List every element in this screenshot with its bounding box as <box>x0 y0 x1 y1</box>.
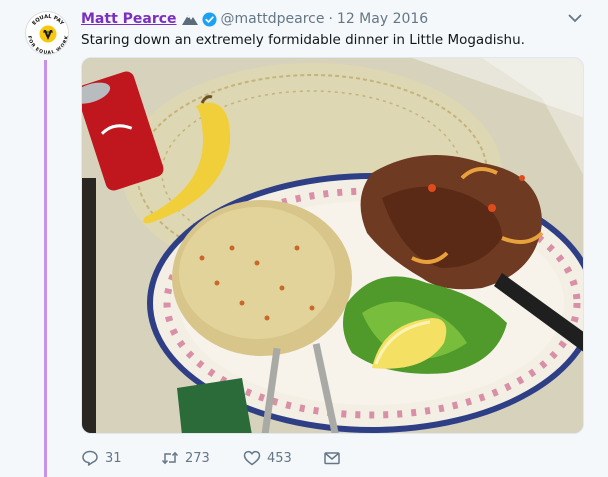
chevron-down-icon[interactable] <box>567 10 583 26</box>
retweet-button[interactable]: 273 <box>161 449 243 467</box>
mountain-icon <box>181 12 198 26</box>
retweet-count: 273 <box>185 450 210 466</box>
reply-count: 31 <box>105 450 122 466</box>
retweet-icon <box>161 451 179 465</box>
like-count: 453 <box>267 450 292 466</box>
reply-icon <box>82 450 98 466</box>
like-button[interactable]: 453 <box>243 449 323 467</box>
tweet-header: Matt Pearce @mattdpearce · 12 May 2016 <box>81 9 428 29</box>
verified-badge-icon <box>202 11 217 27</box>
avatar[interactable]: EQUAL PAY FOR EQUAL WORK <box>25 11 69 55</box>
heart-icon <box>243 450 261 466</box>
tweet-photo[interactable] <box>81 57 584 434</box>
user-handle[interactable]: @mattdpearce <box>221 11 325 27</box>
tweet-date[interactable]: 12 May 2016 <box>337 11 428 27</box>
tweet-card[interactable]: EQUAL PAY FOR EQUAL WORK Matt Pearce @ma… <box>0 0 608 477</box>
display-name[interactable]: Matt Pearce <box>81 11 177 27</box>
envelope-icon <box>324 452 340 465</box>
reply-button[interactable]: 31 <box>81 449 161 467</box>
tweet-text: Staring down an extremely formidable din… <box>81 32 525 48</box>
direct-message-button[interactable] <box>323 449 341 467</box>
separator-dot: · <box>328 11 333 27</box>
tweet-actions: 31 273 453 <box>81 448 341 468</box>
thread-line <box>44 60 47 477</box>
